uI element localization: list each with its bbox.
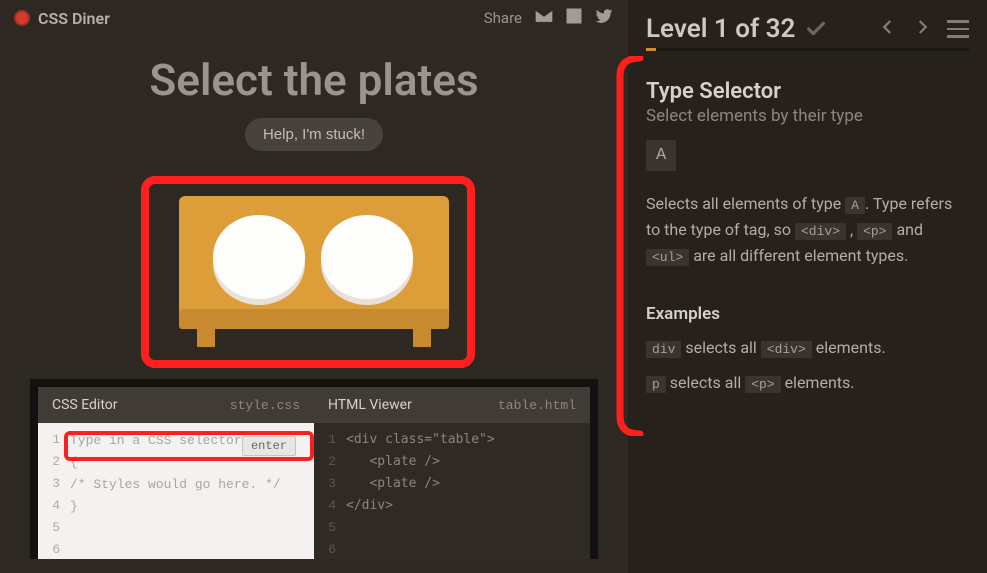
- share-label: Share: [484, 9, 522, 27]
- enter-button[interactable]: enter: [242, 436, 296, 456]
- html-code: <div class="table"> <plate /> <plate /> …: [346, 429, 582, 539]
- twitter-icon[interactable]: [594, 6, 614, 30]
- css-lines: enter { /* Styles would go here. */ }: [66, 423, 314, 561]
- html-viewer-file: table.html: [498, 398, 576, 413]
- selector-syntax: A: [646, 140, 676, 171]
- code-token: A: [845, 197, 865, 214]
- example-line: p selects all <p> elements.: [646, 373, 969, 392]
- table-illustration: [149, 171, 479, 361]
- code-token: div: [646, 341, 681, 358]
- code-token: <div>: [795, 223, 846, 240]
- selector-name: Type Selector: [646, 79, 969, 104]
- menu-button[interactable]: [947, 20, 969, 38]
- brand[interactable]: CSS Diner: [14, 9, 110, 28]
- css-editor-file: style.css: [230, 398, 300, 413]
- game-table: [0, 171, 628, 361]
- logo-icon: [14, 10, 30, 26]
- css-editor: CSS Editor style.css 1 2 3 4 5 6 enter: [38, 387, 314, 559]
- help-panel: Level 1 of 32 Type Selector Select eleme…: [628, 0, 987, 573]
- examples-heading: Examples: [646, 304, 969, 324]
- css-editor-title: CSS Editor: [52, 397, 118, 413]
- html-gutter: 1 2 3 4 5 6: [314, 423, 342, 561]
- challenge-title: Select the plates: [0, 54, 628, 106]
- html-viewer-title: HTML Viewer: [328, 397, 412, 413]
- next-level-button[interactable]: [913, 18, 931, 40]
- code-token: p: [646, 376, 666, 393]
- prev-level-button[interactable]: [879, 18, 897, 40]
- css-gutter: 1 2 3 4 5 6: [38, 423, 66, 561]
- code-token: <div>: [761, 341, 812, 358]
- css-selector-input[interactable]: [70, 429, 250, 451]
- brand-name: CSS Diner: [38, 9, 110, 28]
- share-group: Share: [484, 6, 614, 30]
- help-stuck-button[interactable]: Help, I'm stuck!: [245, 118, 383, 151]
- code-token: <p>: [745, 376, 780, 393]
- html-lines: <div class="table"> <plate /> <plate /> …: [342, 423, 590, 561]
- example-line: div selects all <div> elements.: [646, 338, 969, 357]
- selector-description: Selects all elements of type A. Type ref…: [646, 191, 969, 268]
- main-panel: CSS Diner Share Select the plates Help, …: [0, 0, 628, 573]
- selector-subtitle: Select elements by their type: [646, 106, 969, 126]
- code-token: <p>: [857, 223, 892, 240]
- level-title: Level 1 of 32: [646, 14, 795, 44]
- header: CSS Diner Share: [0, 0, 628, 36]
- level-progress: [646, 48, 969, 51]
- mail-icon[interactable]: [534, 6, 554, 30]
- html-viewer: HTML Viewer table.html 1 2 3 4 5 6 <div …: [314, 387, 590, 559]
- check-icon: [805, 18, 827, 40]
- editors: CSS Editor style.css 1 2 3 4 5 6 enter: [30, 379, 598, 559]
- code-token: <ul>: [646, 249, 689, 266]
- facebook-icon[interactable]: [564, 6, 584, 30]
